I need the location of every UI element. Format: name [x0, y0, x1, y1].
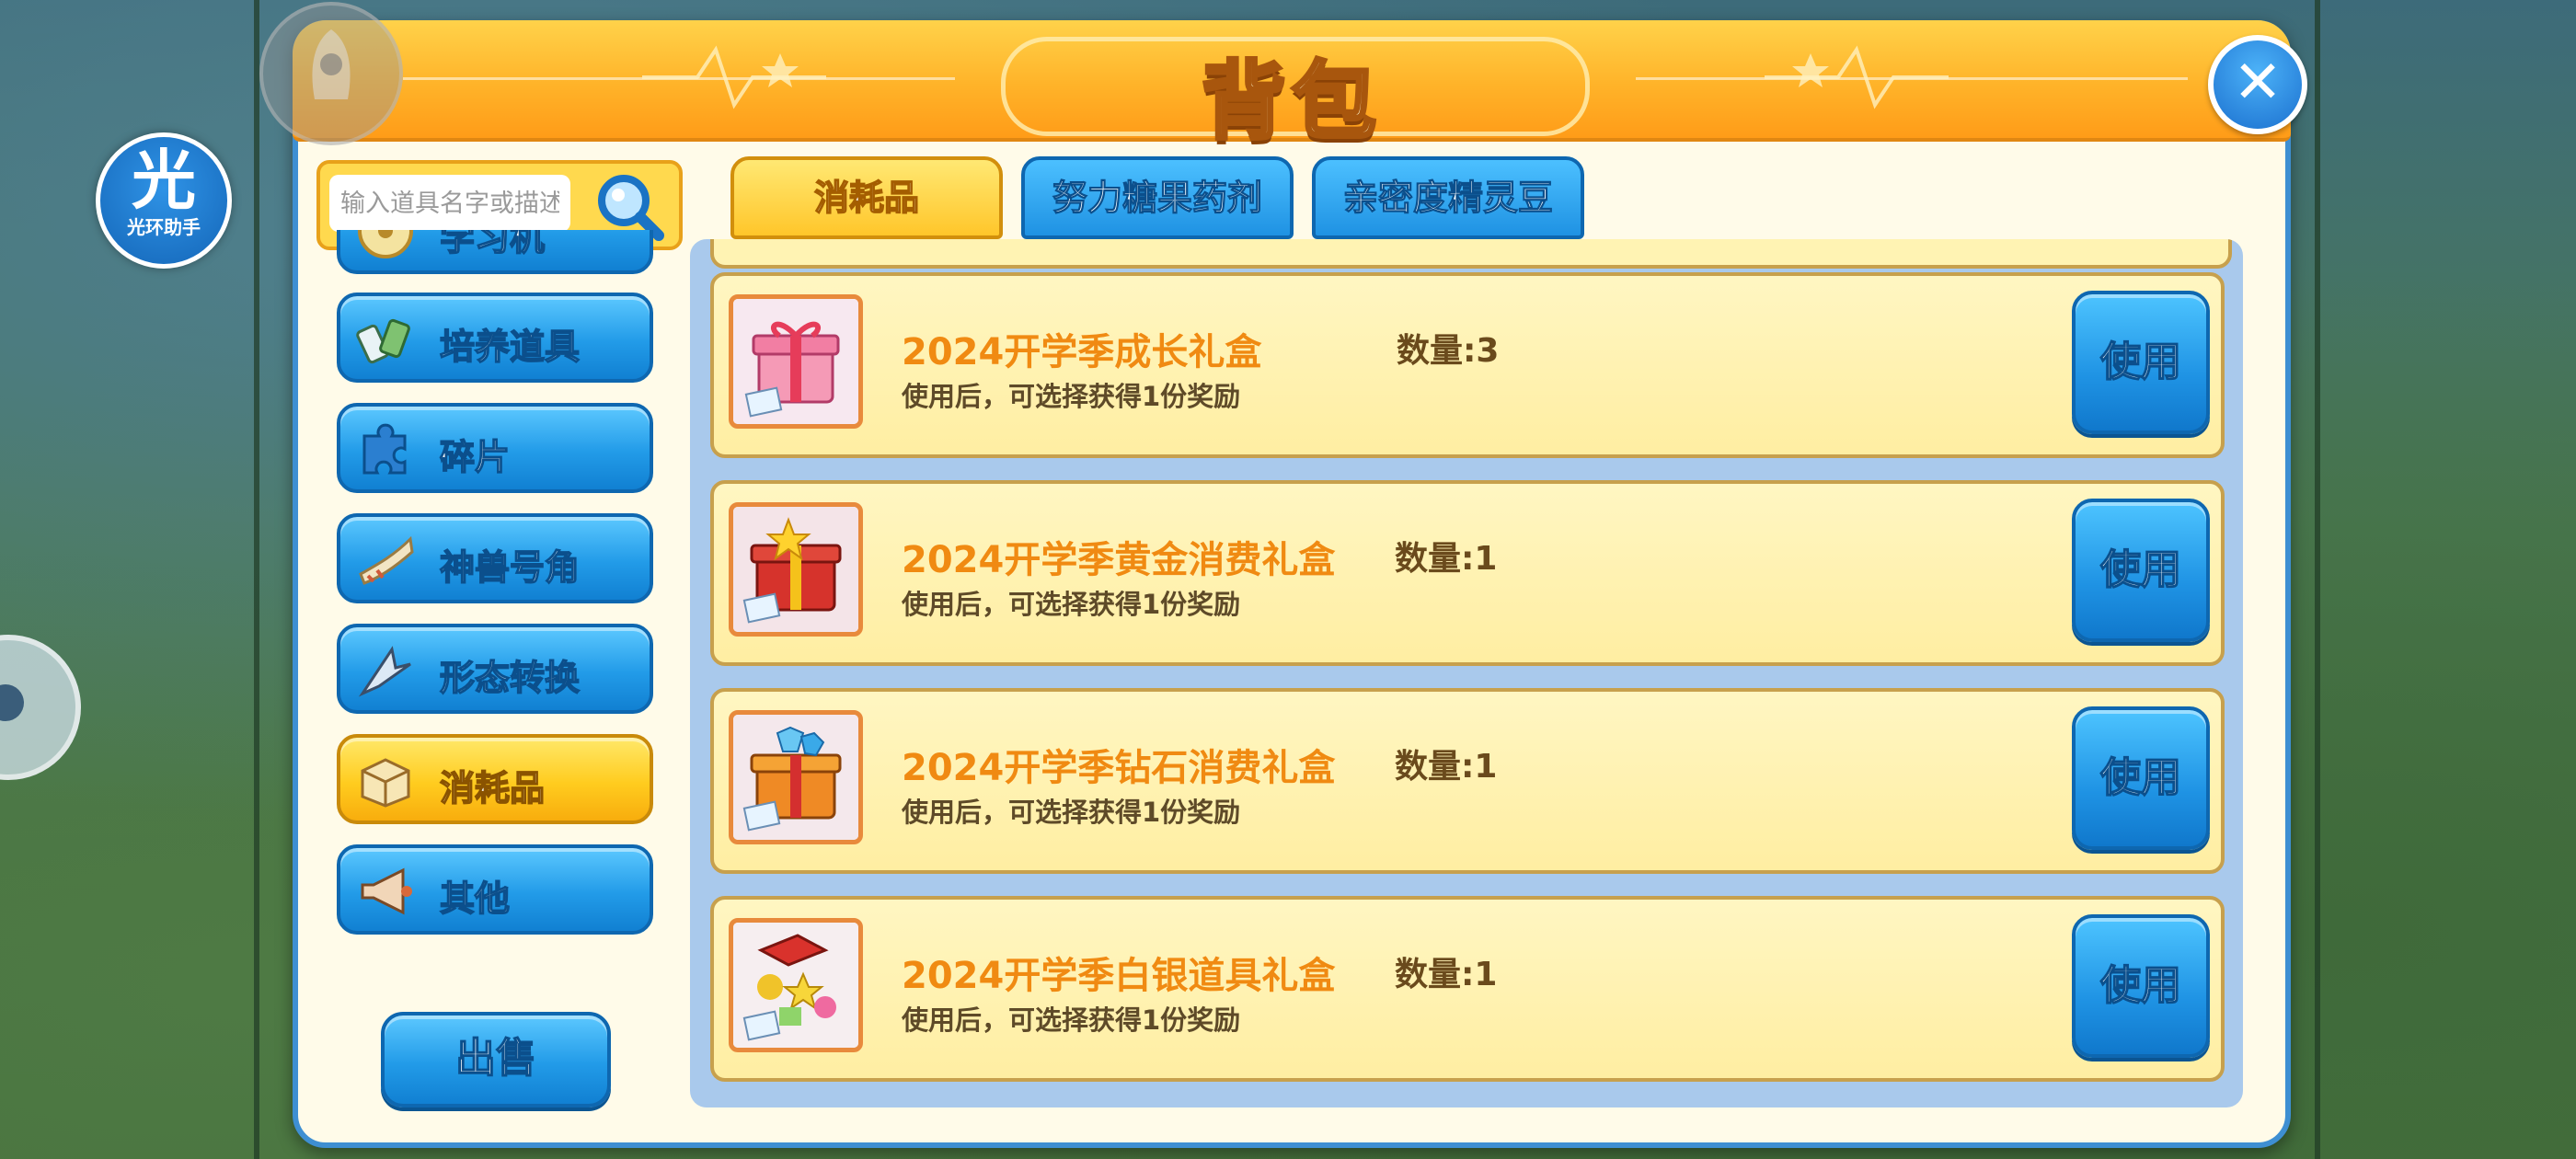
- left-border-strip: [254, 0, 259, 1159]
- category-label: 碎片: [439, 436, 511, 478]
- helper-label: 光环助手: [127, 216, 201, 238]
- item-name: 2024开学季钻石消费礼盒: [902, 747, 1336, 789]
- category-item-fragment[interactable]: 碎片: [337, 403, 653, 493]
- close-icon: ✕: [2233, 49, 2283, 117]
- megaphone-icon: [361, 867, 412, 915]
- item-quantity: 数量:1: [1395, 540, 1498, 578]
- pink-gift-box-icon: [729, 294, 863, 429]
- sell-button[interactable]: 出售: [381, 1012, 611, 1107]
- item-description: 使用后，可选择获得1份奖励: [902, 381, 1241, 412]
- box-icon: [361, 758, 410, 808]
- category-item-horn[interactable]: 神兽号角: [337, 513, 653, 603]
- category-list: 学习机 培养道具 碎片 神兽号角 形态转换 消耗品 其他: [337, 230, 659, 1012]
- category-item-consumable[interactable]: 消耗品: [337, 734, 653, 824]
- category-label: 神兽号角: [439, 546, 581, 589]
- item-description: 使用后，可选择获得1份奖励: [902, 797, 1241, 828]
- use-button[interactable]: 使用: [2072, 706, 2210, 850]
- item-quantity: 数量:1: [1395, 956, 1498, 993]
- disc-icon: [358, 230, 413, 258]
- category-item-learning-machine[interactable]: 学习机: [337, 230, 653, 274]
- panel-header: 背包 ✕: [293, 20, 2307, 153]
- category-item-other[interactable]: 其他: [337, 844, 653, 935]
- backpack-panel: 背包 ✕ 学习机 培养道具 碎片 神兽号角: [293, 20, 2307, 1148]
- close-button[interactable]: ✕: [2208, 35, 2307, 134]
- side-floating-button[interactable]: [0, 635, 81, 780]
- list-item: 2024开学季钻石消费礼盒 数量:1 使用后，可选择获得1份奖励 使用: [710, 688, 2225, 874]
- puzzle-piece-icon: [362, 423, 407, 475]
- silver-gift-box-icon: [729, 918, 863, 1052]
- category-label: 学习机: [439, 230, 546, 259]
- list-item-partial: [710, 239, 2232, 269]
- helper-glyph: 光: [132, 143, 196, 218]
- helper-app-button[interactable]: 光 光环助手: [96, 132, 232, 269]
- category-label: 形态转换: [439, 657, 581, 699]
- horn-icon: [359, 535, 414, 585]
- search-input[interactable]: [329, 175, 570, 232]
- category-label: 培养道具: [439, 326, 581, 368]
- gold-gift-box-icon: [729, 502, 863, 637]
- diamond-gift-box-icon: [729, 710, 863, 844]
- tab-intimacy-bean[interactable]: 亲密度精灵豆: [1312, 156, 1584, 239]
- list-item: 2024开学季白银道具礼盒 数量:1 使用后，可选择获得1份奖励 使用: [710, 896, 2225, 1082]
- category-item-training[interactable]: 培养道具: [337, 293, 653, 383]
- page-title: 背包: [1200, 51, 1382, 153]
- robot-avatar-icon[interactable]: [259, 2, 403, 145]
- right-border-strip: [2315, 0, 2320, 1159]
- item-quantity: 数量:3: [1397, 332, 1500, 370]
- item-list: 2024开学季成长礼盒 数量:3 使用后，可选择获得1份奖励 使用 2024开学…: [690, 239, 2243, 1107]
- use-button[interactable]: 使用: [2072, 914, 2210, 1058]
- transform-icon: [358, 646, 411, 697]
- training-item-icon: [356, 318, 410, 364]
- list-item: 2024开学季黄金消费礼盒 数量:1 使用后，可选择获得1份奖励 使用: [710, 480, 2225, 666]
- category-label: 消耗品: [439, 767, 546, 809]
- list-item: 2024开学季成长礼盒 数量:3 使用后，可选择获得1份奖励 使用: [710, 272, 2225, 458]
- item-description: 使用后，可选择获得1份奖励: [902, 589, 1241, 620]
- item-name: 2024开学季成长礼盒: [902, 331, 1262, 373]
- item-quantity: 数量:1: [1395, 748, 1498, 786]
- category-item-transform[interactable]: 形态转换: [337, 624, 653, 714]
- item-name: 2024开学季黄金消费礼盒: [902, 539, 1336, 581]
- tab-effort-candy-potion[interactable]: 努力糖果药剂: [1021, 156, 1294, 239]
- category-label: 其他: [439, 878, 511, 920]
- use-button[interactable]: 使用: [2072, 291, 2210, 434]
- item-description: 使用后，可选择获得1份奖励: [902, 1004, 1241, 1036]
- use-button[interactable]: 使用: [2072, 499, 2210, 642]
- tab-consumable[interactable]: 消耗品: [730, 156, 1003, 239]
- item-name: 2024开学季白银道具礼盒: [902, 955, 1336, 997]
